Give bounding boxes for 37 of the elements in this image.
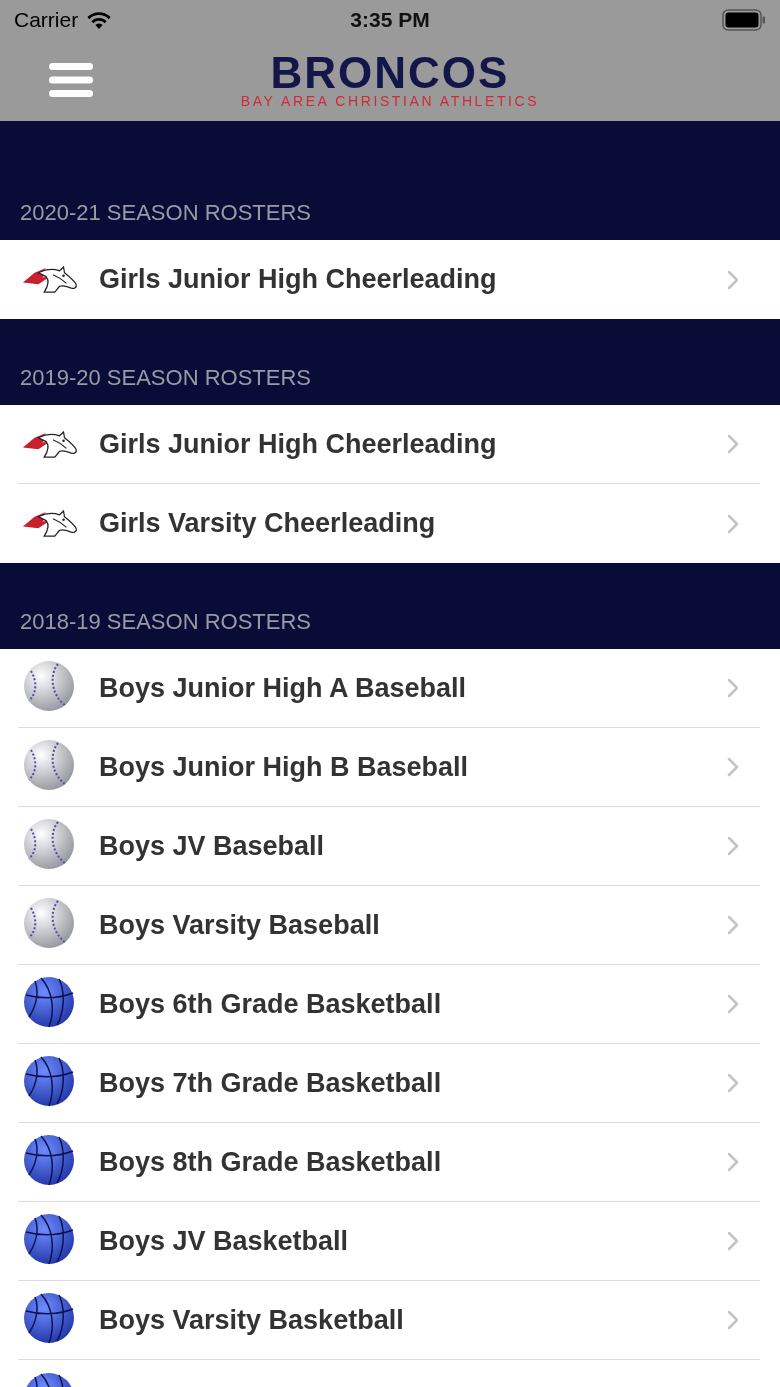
menu-icon[interactable] — [49, 62, 93, 98]
roster-item[interactable]: Boys JV Basketball — [99, 1225, 349, 1257]
roster-item[interactable]: Girls Varsity Cheerleading — [99, 508, 436, 539]
logo-subtitle: BAY AREA CHRISTIAN ATHLETICS — [240, 92, 540, 109]
roster-item[interactable]: Boys Junior High A Baseball — [99, 672, 467, 704]
horse-head-icon — [21, 509, 79, 538]
section-header: 2020-21 SEASON ROSTERS — [0, 121, 780, 240]
roster-item[interactable]: Boys 8th Grade Basketball — [99, 1146, 442, 1178]
roster-item[interactable]: Boys Varsity Baseball — [99, 909, 380, 941]
chevron-icon — [727, 915, 739, 935]
roster-item[interactable]: Girls Junior High Cheerleading — [99, 264, 497, 295]
chevron-icon — [727, 757, 739, 777]
roster-item[interactable]: Boys JV Baseball — [99, 830, 325, 862]
section-header: 2019-20 SEASON ROSTERS — [0, 319, 780, 405]
horse-head-icon — [21, 429, 79, 459]
roster-item[interactable]: Boys 7th Grade Basketball — [99, 1067, 442, 1099]
logo-title: BRONCOS — [270, 52, 510, 93]
battery-icon — [722, 9, 766, 31]
chevron-icon — [727, 1152, 739, 1172]
status-time: 3:35 PM — [349, 8, 431, 32]
chevron-icon — [727, 1231, 739, 1251]
chevron-icon — [727, 994, 739, 1014]
chevron-icon — [727, 269, 739, 290]
chevron-icon — [727, 513, 739, 534]
chevron-icon — [727, 434, 739, 454]
roster-item[interactable]: Girls Junior High Cheerleading — [99, 428, 497, 460]
roster-item[interactable]: Boys Junior High B Baseball — [99, 751, 469, 783]
carrier-name: Carrier — [14, 8, 79, 32]
wifi-icon — [86, 10, 113, 30]
section-header: 2018-19 SEASON ROSTERS — [0, 563, 780, 649]
horse-head-icon — [21, 265, 79, 294]
chevron-icon — [727, 1073, 739, 1093]
chevron-icon — [727, 678, 739, 698]
chevron-icon — [727, 836, 739, 856]
roster-item[interactable]: Boys 6th Grade Basketball — [99, 988, 442, 1020]
chevron-icon — [727, 1310, 739, 1330]
roster-item[interactable]: Boys Varsity Basketball — [99, 1304, 404, 1336]
